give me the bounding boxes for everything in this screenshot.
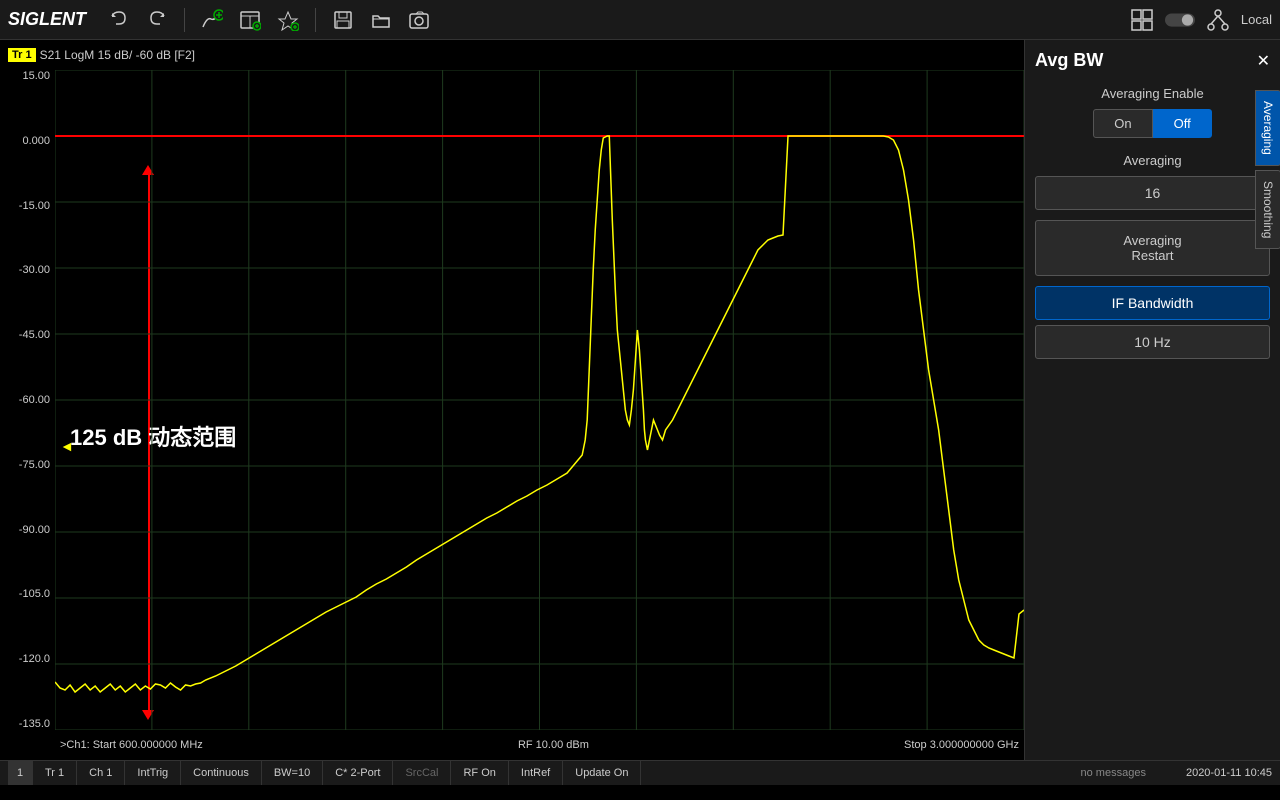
add-trace-button[interactable] <box>197 5 227 35</box>
averaging-restart-line2: Restart <box>1044 248 1261 263</box>
trace-label: Tr 1 S21 LogM 15 dB/ -60 dB [F2] <box>8 48 195 62</box>
redo-button[interactable] <box>142 5 172 35</box>
save-button[interactable] <box>328 5 358 35</box>
open-button[interactable] <box>366 5 396 35</box>
averaging-value[interactable]: 16 <box>1035 176 1270 210</box>
network-icon[interactable] <box>1203 5 1233 35</box>
y-label-1: 0.000 <box>0 135 55 147</box>
y-label-0: 15.00 <box>0 70 55 82</box>
panel-header: Avg BW ✕ <box>1035 50 1270 71</box>
freq-start: >Ch1: Start 600.000000 MHz <box>60 739 203 751</box>
chart-svg <box>55 70 1024 730</box>
if-bandwidth-label: IF Bandwidth <box>1044 295 1261 311</box>
right-panel: Avg BW ✕ Averaging Smoothing Averaging E… <box>1025 40 1280 760</box>
y-label-3: -30.00 <box>0 264 55 276</box>
toggle-switch-icon[interactable] <box>1165 5 1195 35</box>
toggle-row: On Off <box>1035 109 1270 138</box>
tab-smoothing[interactable]: Smoothing <box>1255 170 1280 249</box>
add-marker-button[interactable] <box>273 5 303 35</box>
averaging-restart-button[interactable]: Averaging Restart <box>1035 220 1270 276</box>
channel-number: 1 <box>8 761 33 785</box>
status-trigger[interactable]: IntTrig <box>125 761 181 785</box>
y-label-8: -105.0 <box>0 588 55 600</box>
averaging-enable-label: Averaging Enable <box>1035 86 1270 101</box>
status-sweep[interactable]: Continuous <box>181 761 262 785</box>
y-label-7: -90.00 <box>0 524 55 536</box>
status-rf[interactable]: RF On <box>451 761 508 785</box>
toolbar-right: Local <box>1127 5 1272 35</box>
on-button[interactable]: On <box>1093 109 1152 138</box>
y-label-6: -75.00 <box>0 459 55 471</box>
status-update[interactable]: Update On <box>563 761 641 785</box>
tab-averaging[interactable]: Averaging <box>1255 90 1280 166</box>
status-bar: 1 Tr 1 Ch 1 IntTrig Continuous BW=10 C* … <box>0 760 1280 785</box>
y-label-9: -120.0 <box>0 653 55 665</box>
status-intref[interactable]: IntRef <box>509 761 563 785</box>
status-srccal[interactable]: SrcCal <box>393 761 451 785</box>
y-label-5: -60.00 <box>0 394 55 406</box>
main-content: Tr 1 S21 LogM 15 dB/ -60 dB [F2] 15.00 0… <box>0 40 1280 760</box>
freq-center: RF 10.00 dBm <box>518 739 589 751</box>
local-label: Local <box>1241 12 1272 27</box>
freq-stop: Stop 3.000000000 GHz <box>904 739 1019 751</box>
screenshot-button[interactable] <box>404 5 434 35</box>
undo-button[interactable] <box>104 5 134 35</box>
panel-tabs: Averaging Smoothing <box>1255 90 1280 251</box>
trace-badge: Tr 1 <box>8 48 36 62</box>
status-datetime: 2020-01-11 10:45 <box>1166 767 1272 779</box>
panel-close-button[interactable]: ✕ <box>1257 51 1270 71</box>
status-channel[interactable]: Ch 1 <box>77 761 125 785</box>
off-button[interactable]: Off <box>1153 109 1212 138</box>
freq-bar: >Ch1: Start 600.000000 MHz RF 10.00 dBm … <box>55 730 1024 760</box>
app-logo: SIGLENT <box>8 9 86 30</box>
status-messages: no messages <box>1061 767 1166 779</box>
status-bw[interactable]: BW=10 <box>262 761 323 785</box>
status-trace[interactable]: Tr 1 <box>33 761 77 785</box>
trace-info: S21 LogM 15 dB/ -60 dB [F2] <box>40 48 195 62</box>
grid-icon[interactable] <box>1127 5 1157 35</box>
if-bandwidth-value[interactable]: 10 Hz <box>1035 325 1270 359</box>
add-window-button[interactable] <box>235 5 265 35</box>
averaging-restart-line1: Averaging <box>1044 233 1261 248</box>
y-label-2: -15.00 <box>0 200 55 212</box>
y-axis: 15.00 0.000 -15.00 -30.00 -45.00 -60.00 … <box>0 70 55 730</box>
chart-area: Tr 1 S21 LogM 15 dB/ -60 dB [F2] 15.00 0… <box>0 40 1025 760</box>
averaging-label: Averaging <box>1035 153 1270 168</box>
if-bandwidth-button[interactable]: IF Bandwidth <box>1035 286 1270 320</box>
toolbar: SIGLENT <box>0 0 1280 40</box>
y-label-4: -45.00 <box>0 329 55 341</box>
chart-canvas <box>55 70 1024 730</box>
y-label-10: -135.0 <box>0 718 55 730</box>
panel-title: Avg BW <box>1035 50 1103 71</box>
status-port[interactable]: C* 2-Port <box>323 761 393 785</box>
